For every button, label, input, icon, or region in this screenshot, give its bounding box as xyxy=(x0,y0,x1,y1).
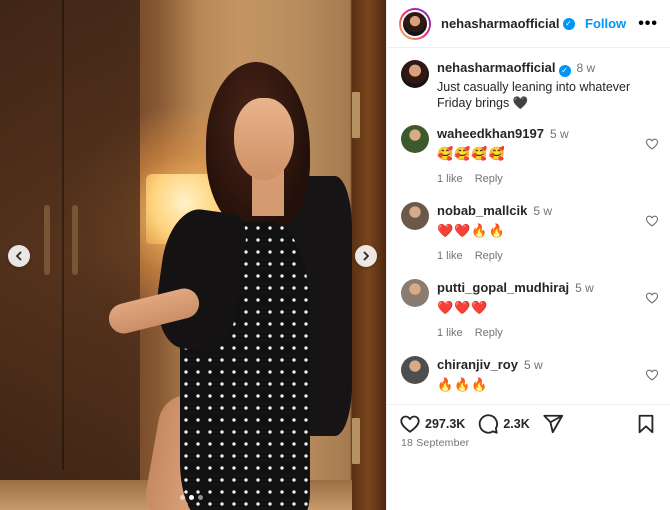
post-header: nehasharmaofficial ✓ Follow ••• xyxy=(387,0,670,48)
commenter-username[interactable]: waheedkhan9197 xyxy=(437,126,544,141)
post-details-panel: nehasharmaofficial ✓ Follow ••• nehashar… xyxy=(386,0,670,510)
carousel-indicator xyxy=(180,495,203,500)
comment-likes[interactable]: 1 like xyxy=(437,171,463,188)
author-username[interactable]: nehasharmaofficial xyxy=(441,16,560,31)
caption-username[interactable]: nehasharmaofficial xyxy=(437,60,556,75)
photo-face xyxy=(234,98,294,180)
comment-button[interactable] xyxy=(477,413,499,435)
comments-list[interactable]: nehasharmaofficial ✓ 8 w Just casually lea… xyxy=(387,56,670,401)
comment-item: waheedkhan9197 5 w 🥰🥰🥰🥰 1 like Reply xyxy=(387,125,670,188)
comment-time[interactable]: 5 w xyxy=(533,204,552,218)
reply-button[interactable]: Reply xyxy=(475,325,503,342)
comment-count: 2.3K xyxy=(503,416,530,431)
caption-time[interactable]: 8 w xyxy=(577,61,596,75)
commenter-avatar[interactable] xyxy=(401,202,429,230)
commenter-username[interactable]: putti_gopal_mudhiraj xyxy=(437,280,569,295)
commenter-avatar[interactable] xyxy=(401,279,429,307)
comment-like-icon[interactable] xyxy=(645,214,659,228)
comment-text: ❤️❤️🔥🔥 xyxy=(437,223,506,238)
commenter-username[interactable]: nobab_mallcik xyxy=(437,203,527,218)
post-caption: nehasharmaofficial ✓ 8 w Just casually lea… xyxy=(387,56,670,111)
verified-icon: ✓ xyxy=(562,17,575,30)
carousel-dot xyxy=(180,495,185,500)
comment-icon xyxy=(479,413,499,434)
comment-likes[interactable]: 1 like xyxy=(437,248,463,265)
comment-like-icon[interactable] xyxy=(645,368,659,382)
comment-time[interactable]: 5 w xyxy=(524,358,543,372)
comment-time[interactable]: 5 w xyxy=(575,281,594,295)
post-photo[interactable] xyxy=(0,0,386,510)
carousel-dot xyxy=(198,495,203,500)
post-date[interactable]: 18 September xyxy=(401,437,469,449)
carousel-prev-button[interactable] xyxy=(8,245,30,267)
verified-icon: ✓ xyxy=(558,65,571,77)
comment-likes[interactable]: 1 like xyxy=(437,325,463,342)
more-options-icon[interactable]: ••• xyxy=(638,15,658,32)
comment-text: 🔥🔥🔥 xyxy=(437,377,489,392)
comment-time[interactable]: 5 w xyxy=(550,127,569,141)
commenter-username[interactable]: chiranjiv_roy xyxy=(437,357,518,372)
share-icon xyxy=(543,414,563,433)
comment-text: 🥰🥰🥰🥰 xyxy=(437,146,506,161)
like-button[interactable] xyxy=(399,413,421,435)
author-avatar[interactable] xyxy=(399,7,431,40)
comment-item: chiranjiv_roy5 w🔥🔥🔥1 likeReply xyxy=(387,356,670,401)
follow-button[interactable]: Follow xyxy=(585,16,626,31)
caption-avatar[interactable] xyxy=(401,60,429,88)
like-count[interactable]: 297.3K xyxy=(425,417,465,431)
comment-like-icon[interactable] xyxy=(645,137,659,151)
share-button[interactable] xyxy=(542,413,564,435)
carousel-next-button[interactable] xyxy=(355,245,377,267)
reply-button[interactable]: Reply xyxy=(475,171,503,188)
heart-icon xyxy=(400,415,420,433)
carousel-dot xyxy=(189,495,194,500)
comment-like-icon[interactable] xyxy=(645,291,659,305)
chevron-right-icon xyxy=(363,251,369,261)
photo-subject xyxy=(0,0,386,510)
reply-button[interactable]: Reply xyxy=(475,248,503,265)
comment-item: nobab_mallcik 5 w ❤️❤️🔥🔥 1 like Reply xyxy=(387,202,670,265)
commenter-avatar[interactable] xyxy=(401,125,429,153)
bookmark-icon xyxy=(638,414,654,433)
comment-item: putti_gopal_mudhiraj 5 w ❤️❤️❤️ 1 like Reply xyxy=(387,279,670,342)
caption-text: Just casually leaning into whatever Frid… xyxy=(437,80,631,110)
comment-text: ❤️❤️❤️ xyxy=(437,300,489,315)
post-actions-bar: 297.3K 2.3K xyxy=(387,404,670,436)
chevron-left-icon xyxy=(16,251,22,261)
save-button[interactable] xyxy=(635,413,657,435)
commenter-avatar[interactable] xyxy=(401,356,429,384)
